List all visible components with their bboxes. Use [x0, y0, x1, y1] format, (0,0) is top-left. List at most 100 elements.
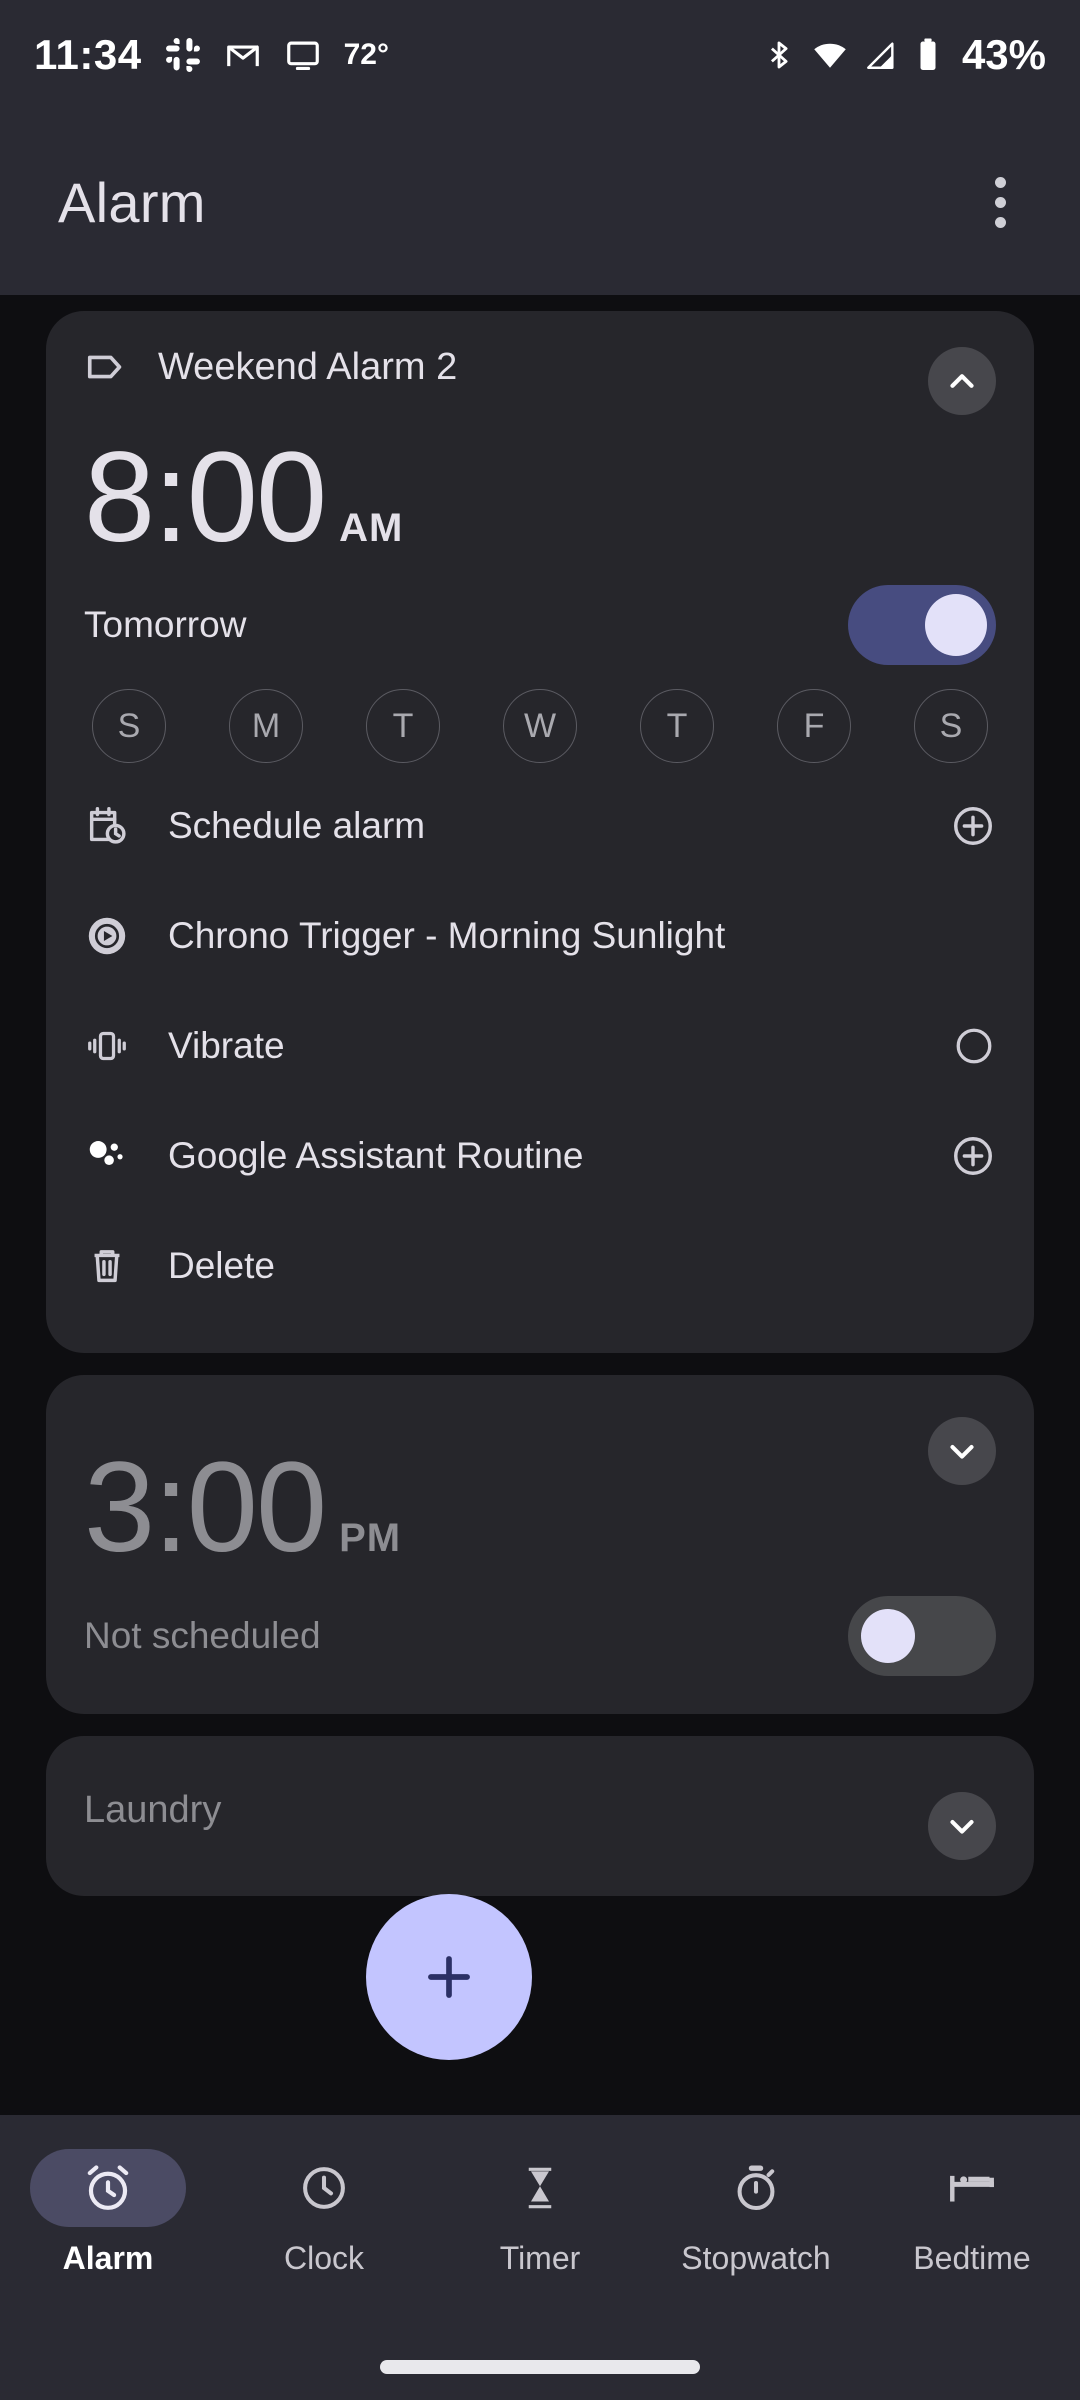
slack-icon: [164, 36, 202, 74]
nav-pill: [678, 2149, 834, 2227]
page-title: Alarm: [58, 171, 206, 234]
overflow-menu-icon[interactable]: [979, 159, 1022, 246]
nav-item-alarm[interactable]: Alarm: [8, 2149, 208, 2277]
nav-item-timer[interactable]: Timer: [440, 2149, 640, 2277]
alarm-list[interactable]: Weekend Alarm 2 8:00 AM Tomorrow S M T W…: [0, 295, 1080, 2115]
circle-unchecked-icon: [956, 1028, 992, 1064]
bed-icon: [950, 2175, 994, 2202]
option-label: Chrono Trigger - Morning Sunlight: [168, 915, 726, 957]
alarm-label-row[interactable]: Laundry: [84, 1736, 996, 1886]
alarm-time-meridiem: PM: [339, 1516, 402, 1561]
toggle-knob: [925, 594, 987, 657]
ringtone-play-icon: [84, 913, 154, 959]
option-label: Schedule alarm: [168, 805, 426, 847]
day-toggle-wednesday[interactable]: W: [503, 689, 577, 764]
wifi-icon: [812, 37, 848, 73]
option-delete-alarm[interactable]: Delete: [84, 1211, 996, 1321]
menu-dot: [995, 177, 1006, 188]
nav-item-bedtime[interactable]: Bedtime: [872, 2149, 1072, 2277]
nav-item-stopwatch[interactable]: Stopwatch: [656, 2149, 856, 2277]
add-alarm-fab[interactable]: [366, 1894, 532, 2060]
vibrate-icon: [84, 1023, 154, 1069]
tag-label-icon: [84, 344, 140, 390]
chevron-down-icon: [950, 1819, 974, 1834]
option-label: Google Assistant Routine: [168, 1135, 584, 1177]
nav-pill: [894, 2149, 1050, 2227]
nav-item-clock[interactable]: Clock: [224, 2149, 424, 2277]
alarm-schedule-row: Tomorrow: [84, 565, 996, 685]
day-letter: M: [251, 706, 281, 745]
nav-label: Alarm: [62, 2240, 154, 2276]
status-bar-right: 43%: [762, 31, 1046, 79]
alarm-clock-icon: [87, 2165, 129, 2210]
app-bar: Alarm: [0, 110, 1080, 295]
battery-icon: [914, 37, 942, 73]
add-routine-button[interactable]: [950, 1133, 996, 1179]
alarm-card-collapsed[interactable]: 3:00 PM Not scheduled: [46, 1375, 1034, 1714]
alarm-card-partial[interactable]: Laundry: [46, 1735, 1034, 1896]
nav-label: Bedtime: [913, 2240, 1031, 2276]
calendar-clock-icon: [84, 803, 154, 849]
day-toggle-friday[interactable]: F: [777, 689, 851, 764]
status-bar-left: 11:34 72°: [34, 31, 389, 79]
google-assistant-icon: [84, 1133, 154, 1179]
plus-icon: [428, 1956, 470, 1998]
nav-pill: [246, 2149, 402, 2227]
status-bar: 11:34 72° 43%: [0, 0, 1080, 110]
option-label: Delete: [168, 1245, 275, 1287]
day-toggle-thursday[interactable]: T: [640, 689, 714, 764]
alarm-schedule-row: Not scheduled: [84, 1576, 996, 1696]
day-toggle-sunday[interactable]: S: [92, 689, 166, 764]
option-vibrate[interactable]: Vibrate: [84, 991, 996, 1101]
home-indicator[interactable]: [380, 2360, 700, 2374]
alarm-enable-toggle[interactable]: [848, 1595, 996, 1676]
hourglass-icon: [528, 2167, 552, 2209]
status-temperature: 72°: [343, 38, 389, 71]
alarm-schedule-text: Not scheduled: [84, 1614, 321, 1656]
status-time: 11:34: [34, 31, 142, 78]
option-schedule-alarm[interactable]: Schedule alarm: [84, 771, 996, 881]
option-ringtone[interactable]: Chrono Trigger - Morning Sunlight: [84, 881, 996, 991]
bottom-navigation[interactable]: Alarm Clock Timer Stopwatch Bedtime: [0, 2115, 1080, 2400]
day-letter: S: [939, 706, 963, 745]
alarm-schedule-text: Tomorrow: [84, 604, 247, 646]
vibrate-checkbox[interactable]: [952, 1024, 996, 1068]
stopwatch-icon: [737, 2165, 775, 2211]
alarm-time-meridiem: AM: [339, 506, 404, 550]
day-toggle-monday[interactable]: M: [229, 689, 303, 764]
nav-label: Clock: [283, 2240, 364, 2276]
alarm-label-text: Weekend Alarm 2: [158, 345, 458, 388]
day-letter: S: [117, 706, 141, 745]
alarm-time-row[interactable]: 8:00 AM: [84, 423, 996, 565]
day-toggle-tuesday[interactable]: T: [366, 689, 440, 764]
alarm-time: 3:00: [84, 1436, 327, 1580]
day-letter: F: [803, 706, 825, 745]
status-battery-percent: 43%: [961, 31, 1046, 78]
chevron-down-icon: [950, 1445, 974, 1459]
alarm-enable-toggle[interactable]: [848, 585, 996, 666]
collapse-alarm-button[interactable]: [928, 347, 996, 415]
toggle-knob: [861, 1608, 915, 1663]
option-google-assistant-routine[interactable]: Google Assistant Routine: [84, 1101, 996, 1211]
phone-screen: 11:34 72° 43% Alarm Weekend Alarm 2 8:00…: [0, 0, 1080, 2400]
alarm-card-expanded[interactable]: Weekend Alarm 2 8:00 AM Tomorrow S M T W…: [46, 311, 1034, 1354]
day-toggle-saturday[interactable]: S: [914, 689, 988, 764]
alarm-time-row[interactable]: 3:00 PM: [84, 1375, 996, 1575]
repeat-days-selector[interactable]: S M T W T F S: [84, 685, 996, 771]
expand-alarm-button[interactable]: [928, 1791, 996, 1860]
cellular-signal-icon: [864, 38, 898, 72]
chevron-up-icon: [950, 374, 974, 388]
day-letter: T: [392, 706, 414, 745]
nav-pill: [30, 2149, 186, 2227]
plus-circle-icon: [954, 807, 992, 846]
day-letter: T: [666, 706, 688, 745]
trash-icon: [84, 1243, 154, 1289]
alarm-label-row[interactable]: Weekend Alarm 2: [84, 311, 996, 423]
add-schedule-button[interactable]: [950, 803, 996, 849]
expand-alarm-button[interactable]: [928, 1417, 996, 1486]
cast-screen-icon: [284, 36, 322, 74]
bluetooth-icon: [762, 38, 796, 72]
menu-dot: [995, 197, 1006, 208]
menu-dot: [995, 217, 1006, 228]
gmail-icon: [224, 36, 262, 74]
